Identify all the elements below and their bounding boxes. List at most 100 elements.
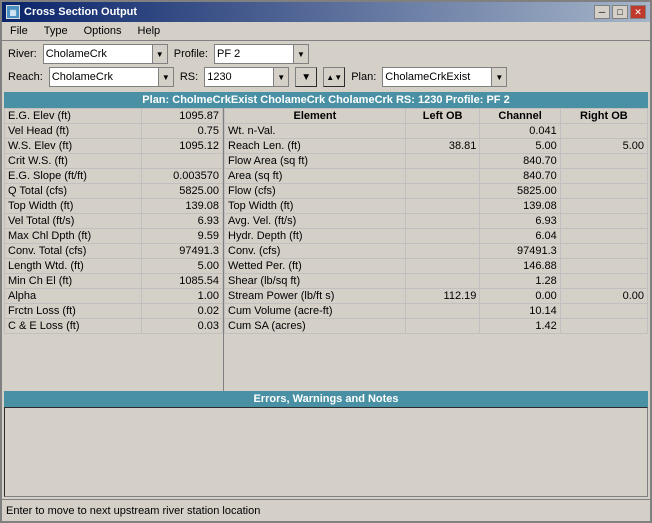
- left-label: Crit W.S. (ft): [5, 154, 142, 169]
- profile-label: Profile:: [174, 48, 208, 60]
- element-value: [560, 244, 647, 259]
- nav-up-button[interactable]: ▲▼: [323, 67, 345, 87]
- table-row: Stream Power (lb/ft s)112.190.000.00: [225, 289, 648, 304]
- left-data-table: E.G. Elev (ft)1095.87Vel Head (ft)0.75W.…: [4, 108, 223, 334]
- plan-select[interactable]: CholameCrkExist: [382, 67, 492, 87]
- left-value: 9.59: [142, 229, 223, 244]
- plan-dropdown-arrow[interactable]: ▼: [491, 67, 507, 87]
- table-row: Area (sq ft)840.70: [225, 169, 648, 184]
- left-label: Max Chl Dpth (ft): [5, 229, 142, 244]
- col-rightob: Right OB: [560, 109, 647, 124]
- table-row: Length Wtd. (ft)5.00: [5, 259, 223, 274]
- reach-select[interactable]: CholameCrk: [49, 67, 159, 87]
- table-row: Alpha1.00: [5, 289, 223, 304]
- element-name: Flow (cfs): [225, 184, 406, 199]
- plan-label: Plan:: [351, 71, 376, 83]
- table-row: Wetted Per. (ft)146.88: [225, 259, 648, 274]
- element-name: Conv. (cfs): [225, 244, 406, 259]
- element-value: 97491.3: [480, 244, 560, 259]
- element-name: Reach Len. (ft): [225, 139, 406, 154]
- menu-options[interactable]: Options: [80, 24, 126, 38]
- element-value: 139.08: [480, 199, 560, 214]
- element-value: 5.00: [560, 139, 647, 154]
- left-value: 1095.87: [142, 109, 223, 124]
- element-value: [560, 274, 647, 289]
- right-table: Element Left OB Channel Right OB Wt. n-V…: [224, 108, 648, 391]
- river-select-container: CholameCrk ▼: [43, 44, 168, 64]
- element-name: Cum Volume (acre-ft): [225, 304, 406, 319]
- minimize-button[interactable]: ─: [594, 5, 610, 19]
- reach-dropdown-arrow[interactable]: ▼: [158, 67, 174, 87]
- close-button[interactable]: ✕: [630, 5, 646, 19]
- left-label: E.G. Slope (ft/ft): [5, 169, 142, 184]
- nav-down-button[interactable]: ▼: [295, 67, 317, 87]
- element-name: Shear (lb/sq ft): [225, 274, 406, 289]
- left-label: Top Width (ft): [5, 199, 142, 214]
- profile-dropdown-arrow[interactable]: ▼: [293, 44, 309, 64]
- plan-select-container: CholameCrkExist ▼: [382, 67, 507, 87]
- element-name: Flow Area (sq ft): [225, 154, 406, 169]
- element-value: [560, 304, 647, 319]
- title-bar: ▦ Cross Section Output ─ □ ✕: [2, 2, 650, 22]
- element-value: [405, 124, 480, 139]
- menu-type[interactable]: Type: [40, 24, 72, 38]
- table-row: Max Chl Dpth (ft)9.59: [5, 229, 223, 244]
- element-value: 112.19: [405, 289, 480, 304]
- element-value: [405, 274, 480, 289]
- river-label: River:: [8, 48, 37, 60]
- element-value: [560, 154, 647, 169]
- element-value: 38.81: [405, 139, 480, 154]
- element-value: [560, 229, 647, 244]
- element-value: [560, 319, 647, 334]
- river-dropdown-arrow[interactable]: ▼: [152, 44, 168, 64]
- left-label: C & E Loss (ft): [5, 319, 142, 334]
- right-data-table: Element Left OB Channel Right OB Wt. n-V…: [224, 108, 648, 334]
- element-name: Top Width (ft): [225, 199, 406, 214]
- element-name: Stream Power (lb/ft s): [225, 289, 406, 304]
- left-value: 0.003570: [142, 169, 223, 184]
- window-icon: ▦: [6, 5, 20, 19]
- table-row: Top Width (ft)139.08: [5, 199, 223, 214]
- left-label: Frctn Loss (ft): [5, 304, 142, 319]
- table-row: Conv. Total (cfs)97491.3: [5, 244, 223, 259]
- toolbar-row1: River: CholameCrk ▼ Profile: PF 2 ▼: [2, 41, 650, 67]
- errors-area: [4, 407, 648, 497]
- left-value: [142, 154, 223, 169]
- element-value: [405, 229, 480, 244]
- element-value: [405, 214, 480, 229]
- table-row: Vel Total (ft/s)6.93: [5, 214, 223, 229]
- river-select[interactable]: CholameCrk: [43, 44, 153, 64]
- left-value: 5.00: [142, 259, 223, 274]
- menu-help[interactable]: Help: [134, 24, 165, 38]
- left-label: Vel Total (ft/s): [5, 214, 142, 229]
- maximize-button[interactable]: □: [612, 5, 628, 19]
- element-name: Area (sq ft): [225, 169, 406, 184]
- table-row: Avg. Vel. (ft/s)6.93: [225, 214, 648, 229]
- menu-file[interactable]: File: [6, 24, 32, 38]
- table-row: Vel Head (ft)0.75: [5, 124, 223, 139]
- element-value: 0.00: [480, 289, 560, 304]
- element-value: 840.70: [480, 154, 560, 169]
- element-value: 6.93: [480, 214, 560, 229]
- table-row: Q Total (cfs)5825.00: [5, 184, 223, 199]
- left-value: 97491.3: [142, 244, 223, 259]
- profile-select[interactable]: PF 2: [214, 44, 294, 64]
- element-value: [405, 169, 480, 184]
- element-value: [560, 169, 647, 184]
- element-value: [405, 304, 480, 319]
- element-value: [560, 124, 647, 139]
- element-value: [560, 184, 647, 199]
- element-value: [405, 184, 480, 199]
- table-row: Hydr. Depth (ft)6.04: [225, 229, 648, 244]
- main-window: ▦ Cross Section Output ─ □ ✕ File Type O…: [0, 0, 652, 523]
- left-label: Vel Head (ft): [5, 124, 142, 139]
- menu-bar: File Type Options Help: [2, 22, 650, 41]
- table-row: Flow (cfs)5825.00: [225, 184, 648, 199]
- table-row: Min Ch El (ft)1085.54: [5, 274, 223, 289]
- rs-select[interactable]: 1230: [204, 67, 274, 87]
- toolbar-row2: Reach: CholameCrk ▼ RS: 1230 ▼ ▼ ▲▼ Plan…: [2, 67, 650, 90]
- table-row: W.S. Elev (ft)1095.12: [5, 139, 223, 154]
- rs-dropdown-arrow[interactable]: ▼: [273, 67, 289, 87]
- element-value: 0.00: [560, 289, 647, 304]
- col-channel: Channel: [480, 109, 560, 124]
